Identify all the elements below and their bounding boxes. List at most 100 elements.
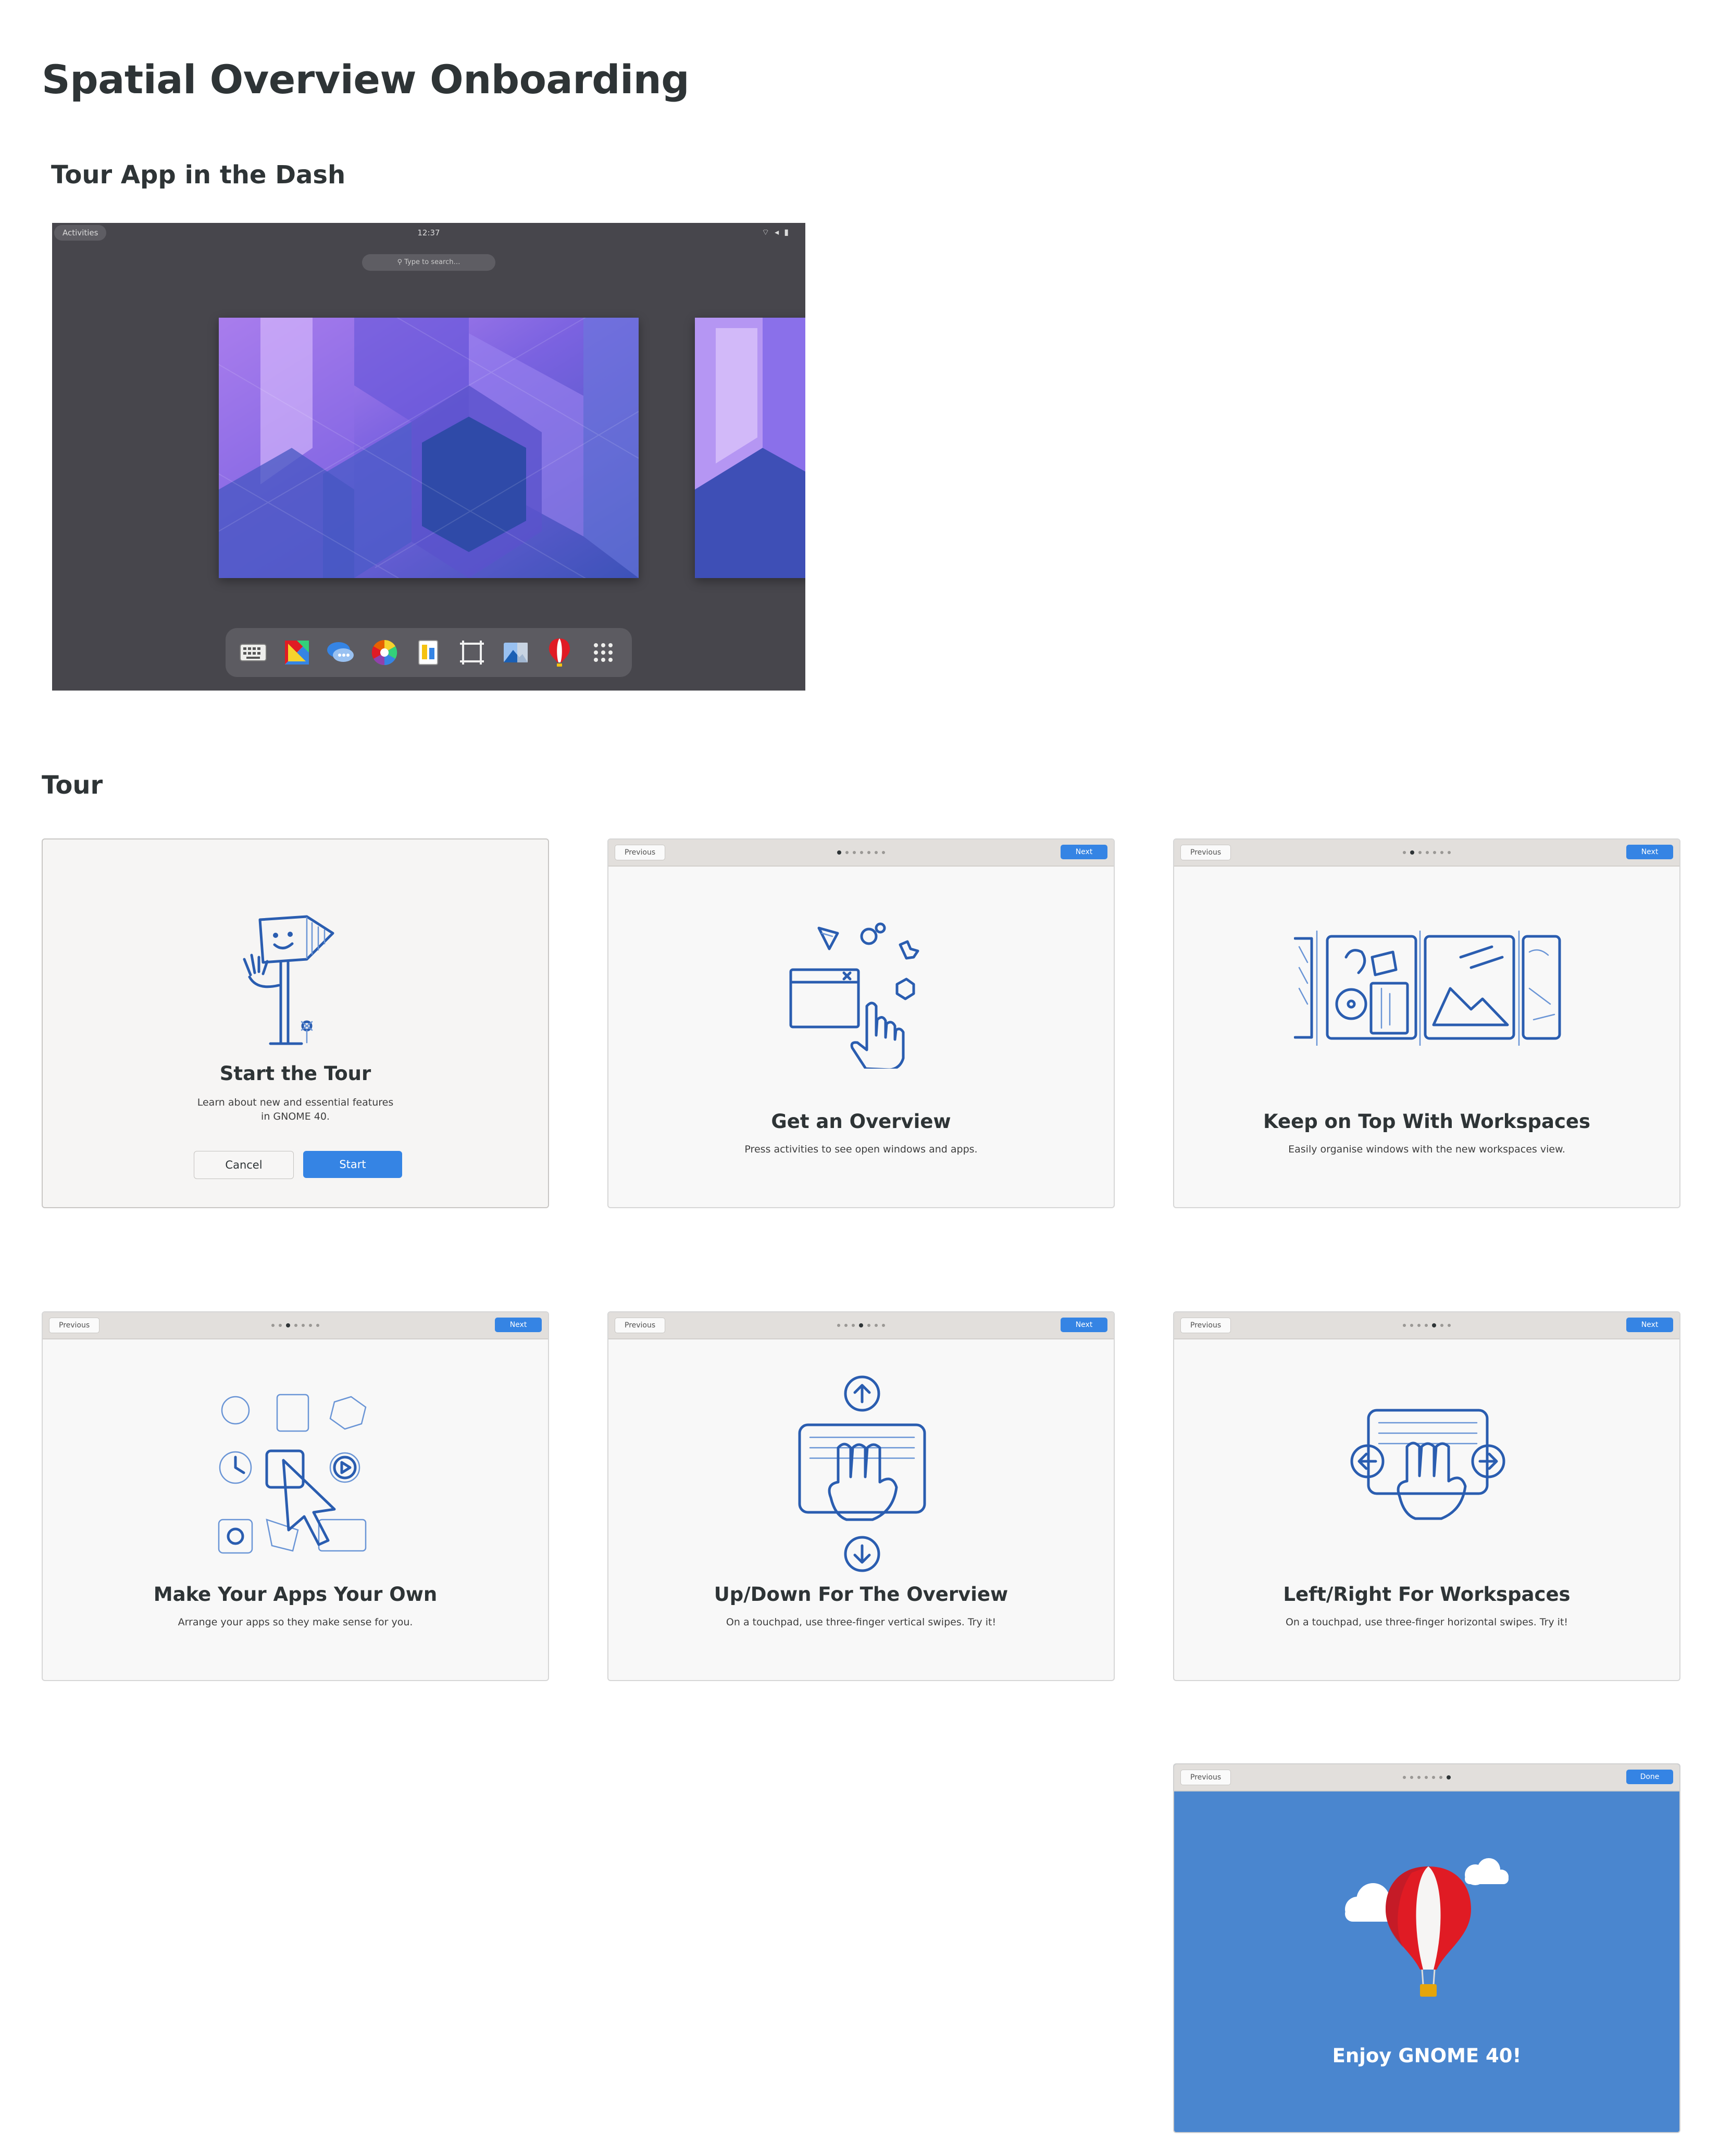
page-dot[interactable] xyxy=(867,1324,870,1327)
page-dot[interactable] xyxy=(1432,1776,1435,1779)
next-button[interactable]: Next xyxy=(1626,845,1673,859)
page-dot[interactable] xyxy=(1417,1324,1421,1327)
card-subtitle: Press activities to see open windows and… xyxy=(744,1144,978,1155)
tour-start-card: Start the Tour Learn about new and essen… xyxy=(42,838,549,1208)
page-dot[interactable] xyxy=(867,851,870,854)
workspace-thumbnail-next[interactable] xyxy=(695,318,805,578)
page-indicator[interactable] xyxy=(1174,1323,1679,1327)
page-dot[interactable] xyxy=(853,851,856,854)
system-tray[interactable]: ⌔◂▮ xyxy=(762,227,794,237)
page-dot[interactable] xyxy=(316,1324,319,1327)
header-bar: Previous Done xyxy=(1174,1764,1679,1791)
page-dot-active[interactable] xyxy=(837,850,841,855)
card-title: Start the Tour xyxy=(219,1062,371,1085)
apps-illustration xyxy=(218,1394,367,1554)
card-title: Make Your Apps Your Own xyxy=(153,1583,438,1606)
wallpaper xyxy=(219,318,639,578)
tour-card-updown: Previous Next Up/Down For The Overview O… xyxy=(607,1311,1115,1681)
page-dot[interactable] xyxy=(1433,851,1436,854)
page-dot[interactable] xyxy=(1425,1324,1428,1327)
color-wheel-icon[interactable] xyxy=(369,637,400,668)
page-dot[interactable] xyxy=(271,1324,275,1327)
page-dot[interactable] xyxy=(309,1324,312,1327)
clock[interactable]: 12:37 xyxy=(52,228,805,237)
card-subtitle: On a touchpad, use three-finger horizont… xyxy=(1285,1616,1568,1628)
page-dot[interactable] xyxy=(1448,851,1451,854)
workspace-thumbnail-current[interactable] xyxy=(219,318,639,578)
card-subtitle-line2: in GNOME 40. xyxy=(261,1111,330,1122)
page-dot[interactable] xyxy=(845,851,849,854)
page-dot[interactable] xyxy=(1448,1324,1451,1327)
page-dot[interactable] xyxy=(279,1324,282,1327)
page-dot[interactable] xyxy=(1425,1776,1428,1779)
card-title: Enjoy GNOME 40! xyxy=(1332,2045,1522,2067)
color-tiles-icon[interactable] xyxy=(282,637,312,668)
signpost-illustration xyxy=(243,915,334,1045)
wallpaper-next xyxy=(695,318,805,578)
start-button[interactable]: Start xyxy=(303,1151,402,1178)
page-dot[interactable] xyxy=(1440,1324,1443,1327)
page-dot-active[interactable] xyxy=(859,1323,863,1327)
next-button[interactable]: Next xyxy=(495,1318,542,1332)
page-indicator[interactable] xyxy=(1174,1775,1679,1779)
card-title: Get an Overview xyxy=(771,1110,951,1133)
screenshot-frame-icon[interactable] xyxy=(457,637,487,668)
next-button[interactable]: Next xyxy=(1061,1318,1107,1332)
header-bar: Previous Next xyxy=(608,1312,1114,1339)
cancel-button[interactable]: Cancel xyxy=(194,1151,294,1179)
page-dot[interactable] xyxy=(1426,851,1429,854)
page-dot[interactable] xyxy=(882,1324,885,1327)
vertical-swipe-illustration xyxy=(798,1375,926,1572)
header-bar: Previous Next xyxy=(1174,1312,1679,1339)
next-button[interactable]: Next xyxy=(1626,1318,1673,1332)
tour-card-leftright: Previous Next Left/Right For Workspaces … xyxy=(1173,1311,1680,1681)
page-dot[interactable] xyxy=(844,1324,848,1327)
search-placeholder: Type to search… xyxy=(404,258,460,266)
page-indicator[interactable] xyxy=(608,850,1114,855)
page-dot[interactable] xyxy=(860,851,863,854)
page-dot[interactable] xyxy=(302,1324,305,1327)
page-dot[interactable] xyxy=(1440,851,1443,854)
card-subtitle: Arrange your apps so they make sense for… xyxy=(178,1616,413,1628)
image-viewer-icon[interactable] xyxy=(501,637,531,668)
page-dot[interactable] xyxy=(882,851,885,854)
page-dot-active[interactable] xyxy=(1432,1323,1436,1327)
app-grid-icon[interactable] xyxy=(588,637,618,668)
page-dot[interactable] xyxy=(1439,1776,1442,1779)
card-subtitle: On a touchpad, use three-finger vertical… xyxy=(726,1616,996,1628)
keyboard-icon[interactable] xyxy=(238,637,268,668)
page-dot[interactable] xyxy=(1410,1324,1413,1327)
page-indicator[interactable] xyxy=(608,1323,1114,1327)
page-dot[interactable] xyxy=(1417,1776,1421,1779)
card-subtitle-line1: Learn about new and essential features xyxy=(197,1097,394,1108)
card-title: Up/Down For The Overview xyxy=(714,1583,1008,1606)
page-dot[interactable] xyxy=(294,1324,297,1327)
search-icon: ⚲ xyxy=(397,258,405,266)
page-dot-active[interactable] xyxy=(1410,850,1414,855)
tour-card-workspaces: Previous Next Keep on Top With Workspace… xyxy=(1173,838,1680,1208)
next-button[interactable]: Next xyxy=(1061,845,1107,859)
top-bar: Activities 12:37 ⌔◂▮ xyxy=(52,223,805,244)
page-dot[interactable] xyxy=(1410,1776,1413,1779)
page-dot[interactable] xyxy=(1418,851,1422,854)
page-dot[interactable] xyxy=(875,851,878,854)
chat-icon[interactable] xyxy=(326,637,356,668)
page-dot[interactable] xyxy=(1403,1776,1406,1779)
page-dot[interactable] xyxy=(1403,1324,1406,1327)
page-indicator[interactable] xyxy=(43,1323,548,1327)
page-dot[interactable] xyxy=(1403,851,1406,854)
page-dot[interactable] xyxy=(875,1324,878,1327)
overview-illustration xyxy=(789,922,919,1069)
page-dot-active[interactable] xyxy=(1447,1775,1451,1779)
page-dot[interactable] xyxy=(852,1324,855,1327)
document-viewer-icon[interactable] xyxy=(413,637,443,668)
page-dot-active[interactable] xyxy=(286,1323,290,1327)
done-button[interactable]: Done xyxy=(1626,1770,1673,1784)
page-indicator[interactable] xyxy=(1174,850,1679,855)
page-dot[interactable] xyxy=(837,1324,840,1327)
header-bar: Previous Next xyxy=(608,839,1114,867)
balloon-tour-icon[interactable] xyxy=(544,637,575,668)
overview-screenshot: Activities 12:37 ⌔◂▮ ⚲ Type to search… xyxy=(52,223,805,691)
tour-card-overview: Previous Next Get an Overview Press acti… xyxy=(607,838,1115,1208)
search-entry[interactable]: ⚲ Type to search… xyxy=(362,254,495,271)
